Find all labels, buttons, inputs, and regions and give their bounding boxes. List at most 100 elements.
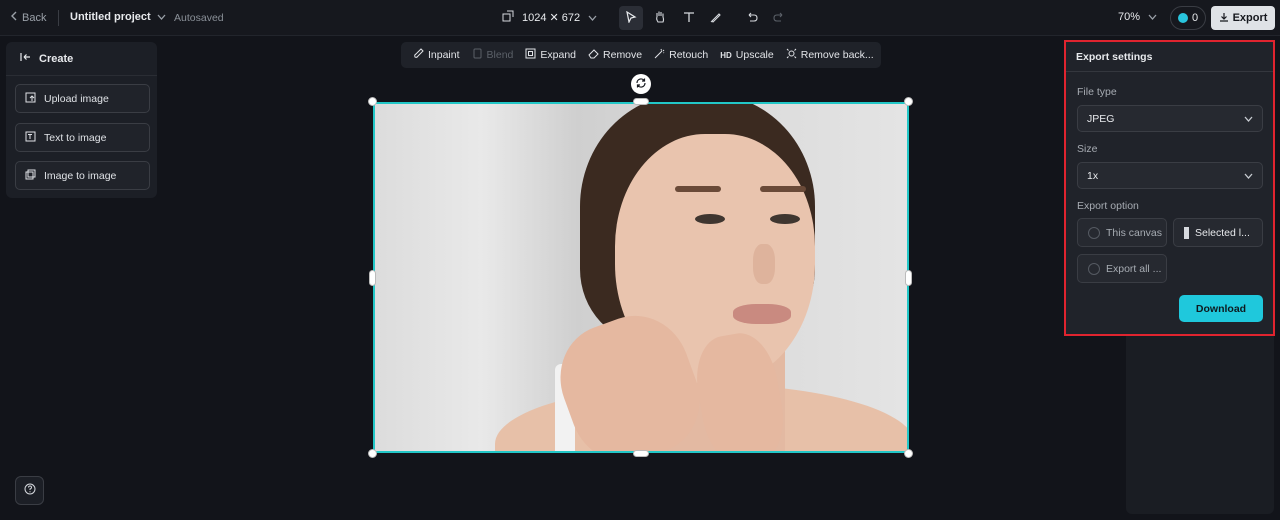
zoom-value: 70% [1118, 11, 1141, 23]
hand-icon [654, 10, 666, 26]
retouch-button[interactable]: Retouch [648, 42, 714, 68]
portrait-photo [375, 104, 907, 451]
text-to-image-icon [25, 131, 36, 145]
inpaint-button[interactable]: Inpaint [407, 42, 466, 68]
chevron-down-icon [588, 12, 597, 24]
photo-brow-left [675, 186, 721, 192]
upscale-label: Upscale [735, 49, 774, 61]
draw-tool-button[interactable] [704, 6, 728, 30]
redo-button[interactable] [767, 6, 791, 30]
expand-icon [525, 48, 536, 62]
resize-handle-bottom-right[interactable] [904, 449, 913, 458]
option-this-canvas-label: This canvas [1106, 226, 1163, 239]
canvas-image[interactable] [373, 102, 909, 453]
expand-button[interactable]: Expand [519, 42, 582, 68]
blend-button[interactable]: Blend [466, 42, 520, 68]
download-button[interactable]: Download [1179, 295, 1263, 322]
export-label: Export [1232, 12, 1268, 24]
edit-toolbar: Inpaint Blend Expand Remove Retouch HD U… [401, 42, 881, 68]
create-panel-title: Create [39, 52, 74, 65]
create-panel: Create Upload image Text to image Image … [6, 42, 157, 198]
remove-button[interactable]: Remove [582, 42, 648, 68]
photo-brow-right [760, 186, 806, 192]
resize-icon [502, 10, 514, 25]
resize-handle-top[interactable] [633, 98, 649, 105]
pen-icon [710, 11, 722, 26]
help-icon [24, 483, 36, 498]
upscale-button[interactable]: HD Upscale [714, 42, 780, 68]
radio-unselected-icon [1088, 226, 1100, 239]
option-export-all[interactable]: Export all ... [1077, 254, 1167, 283]
radio-selected-icon [1184, 226, 1189, 239]
chevron-down-icon [1244, 170, 1253, 182]
brush-icon [413, 48, 424, 62]
text-icon [683, 11, 695, 26]
export-option-label: Export option [1077, 200, 1139, 212]
back-label: Back [22, 11, 47, 24]
chevron-left-icon [10, 11, 18, 24]
resize-handle-bottom[interactable] [633, 450, 649, 457]
project-title-dropdown[interactable]: Untitled project [70, 11, 166, 23]
remove-background-label: Remove back... [800, 49, 874, 61]
image-to-image-button[interactable]: Image to image [15, 161, 150, 190]
hd-icon: HD [720, 50, 732, 60]
file-type-value: JPEG [1087, 112, 1115, 125]
redo-icon [773, 11, 785, 26]
rotate-handle[interactable] [631, 74, 651, 94]
image-to-image-icon [25, 169, 36, 183]
resize-handle-right[interactable] [905, 270, 912, 286]
text-tool-button[interactable] [677, 6, 701, 30]
resize-handle-bottom-left[interactable] [368, 449, 377, 458]
text-to-image-button[interactable]: Text to image [15, 123, 150, 152]
image-to-image-label: Image to image [44, 169, 117, 182]
file-type-label: File type [1077, 86, 1117, 98]
chevron-down-icon [157, 11, 166, 23]
resize-handle-left[interactable] [369, 270, 376, 286]
chevron-down-icon [1148, 11, 1157, 23]
upload-image-button[interactable]: Upload image [15, 84, 150, 113]
photo-lips [733, 304, 791, 324]
credits-badge[interactable]: 0 [1170, 6, 1206, 30]
remove-background-icon [786, 48, 797, 62]
cursor-icon [625, 10, 637, 26]
expand-label: Expand [540, 49, 577, 61]
help-button[interactable] [15, 476, 44, 505]
photo-eye-right [770, 214, 800, 224]
option-export-all-label: Export all ... [1106, 262, 1162, 275]
option-selected-layers[interactable]: Selected l... [1173, 218, 1263, 247]
export-settings-title: Export settings [1066, 42, 1273, 72]
zoom-dropdown[interactable]: 70% [1118, 11, 1157, 23]
chevron-down-icon [1244, 113, 1253, 125]
size-select[interactable]: 1x [1077, 162, 1263, 189]
canvas-size: 1024 ✕ 672 [522, 12, 581, 24]
remove-background-button[interactable]: Remove back... [780, 42, 880, 68]
canvas-size-dropdown[interactable]: 1024 ✕ 672 [502, 10, 597, 25]
select-tool-button[interactable] [619, 6, 643, 30]
top-bar: Back Untitled project Autosaved 1024 ✕ 6… [0, 0, 1280, 36]
export-button[interactable]: Export [1211, 6, 1275, 30]
undo-button[interactable] [740, 6, 764, 30]
resize-handle-top-left[interactable] [368, 97, 377, 106]
divider [58, 10, 59, 26]
option-this-canvas[interactable]: This canvas [1077, 218, 1167, 247]
autosave-status: Autosaved [174, 12, 224, 24]
file-type-select[interactable]: JPEG [1077, 105, 1263, 132]
create-panel-header[interactable]: Create [6, 42, 157, 76]
rotate-icon [635, 77, 647, 92]
size-label: Size [1077, 143, 1098, 155]
inpaint-label: Inpaint [428, 49, 460, 61]
option-selected-label: Selected l... [1195, 226, 1250, 239]
size-value: 1x [1087, 169, 1099, 182]
credit-icon [1177, 13, 1188, 23]
resize-handle-top-right[interactable] [904, 97, 913, 106]
hand-tool-button[interactable] [648, 6, 672, 30]
radio-unselected-icon [1088, 262, 1100, 275]
remove-label: Remove [603, 49, 643, 61]
collapse-icon [20, 52, 31, 65]
photo-eye-left [695, 214, 725, 224]
upload-image-label: Upload image [44, 92, 109, 105]
eraser-icon [588, 48, 599, 62]
retouch-icon [654, 48, 665, 62]
back-button[interactable]: Back [10, 11, 46, 24]
export-settings-panel: Export settings File type JPEG Size 1x E… [1064, 40, 1275, 336]
